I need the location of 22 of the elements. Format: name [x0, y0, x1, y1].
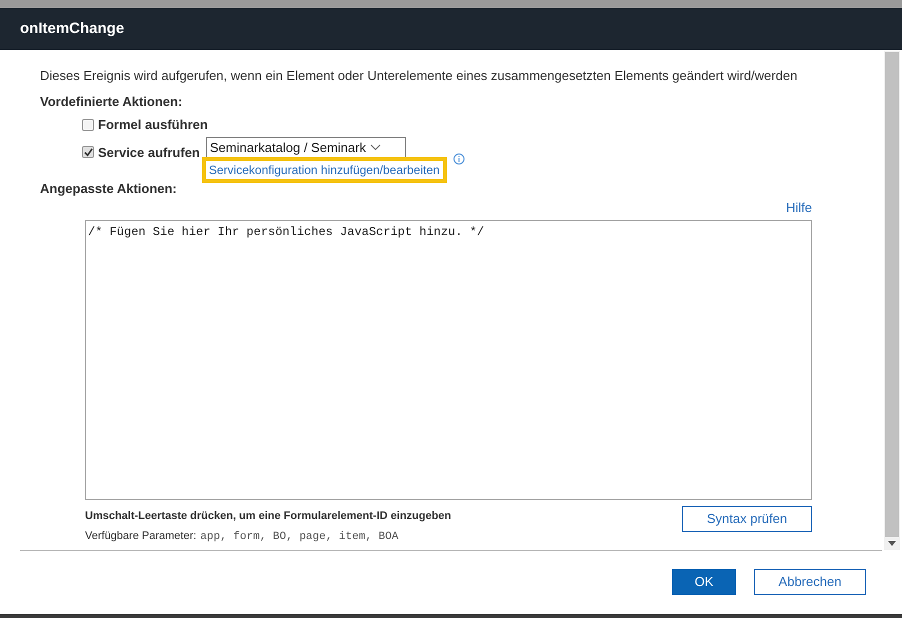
syntax-check-button[interactable]: Syntax prüfen [682, 506, 812, 532]
info-icon [452, 152, 465, 164]
help-link[interactable]: Hilfe [786, 198, 812, 218]
dialog-title: onItemChange [20, 18, 124, 39]
scrollbar[interactable] [884, 50, 900, 550]
code-editor[interactable]: /* Fügen Sie hier Ihr persönliches JavaScript hinzu. */ [85, 220, 812, 500]
params-list: app, form, BO, page, item, BOA [200, 529, 398, 546]
params-label: Verfügbare Parameter: [85, 529, 196, 544]
chevron-down-icon [370, 144, 381, 151]
service-select[interactable]: Seminarkatalog / Seminark [206, 136, 406, 158]
section-heading: Angepasste Aktionen: [40, 180, 178, 198]
checkbox-label: Service aufrufen [98, 144, 200, 162]
description-text: Dieses Ereignis wird aufgerufen, wenn ein Element oder Unterelemente eines zusammengesetzten Elements geändert wird/werden [40, 67, 798, 85]
service-config-link[interactable]: Servicekonfiguration hinzufügen/bearbeiten [202, 156, 447, 182]
section-heading: Vordefinierte Aktionen: [40, 92, 184, 110]
checkbox-label: Formel ausführen [98, 116, 208, 134]
ok-button[interactable]: OK [672, 569, 736, 595]
scroll-down-arrow-icon[interactable] [888, 541, 896, 546]
checkbox[interactable] [82, 146, 94, 158]
shortcut-hint: Umschalt-Leertaste drücken, um eine Formularelement-ID einzugeben [85, 508, 452, 524]
checkbox[interactable] [82, 118, 94, 131]
cancel-button[interactable]: Abbrechen [754, 569, 866, 595]
